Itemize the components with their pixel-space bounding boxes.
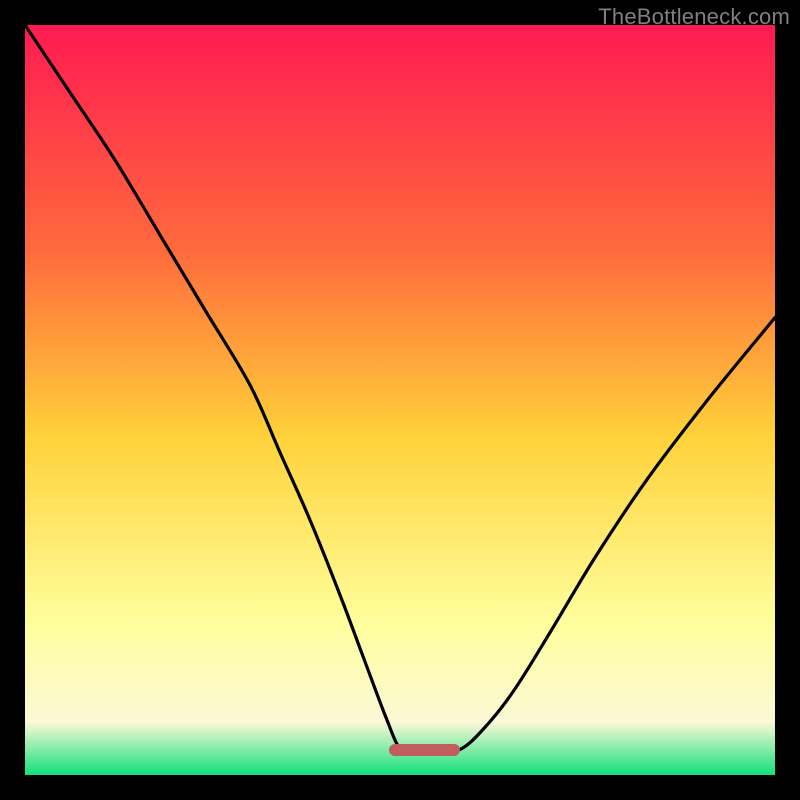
- optimal-marker: [389, 744, 460, 757]
- plot-area: [25, 25, 775, 775]
- watermark-text: TheBottleneck.com: [598, 4, 790, 30]
- bottleneck-curve: [25, 25, 775, 775]
- chart-frame: TheBottleneck.com: [0, 0, 800, 800]
